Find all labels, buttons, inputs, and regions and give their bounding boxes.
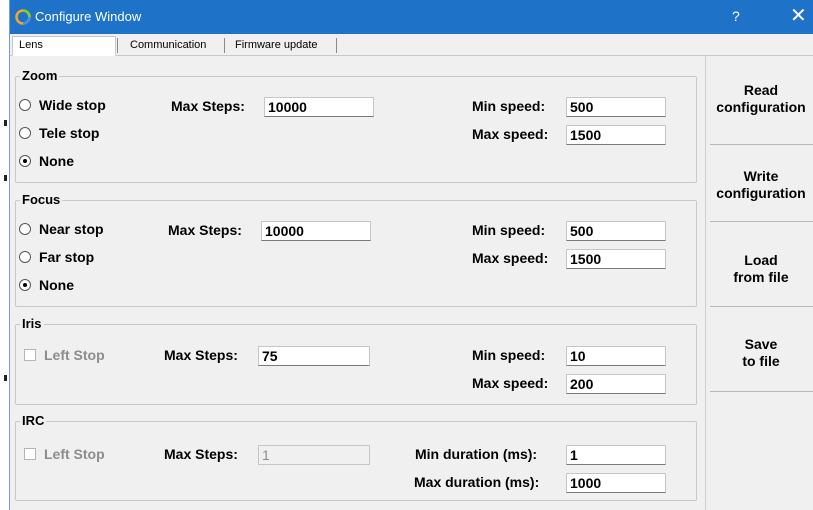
- zoom-min-speed-label: Min speed:: [472, 98, 546, 114]
- zoom-wide-stop-radio[interactable]: Wide stop: [19, 97, 106, 113]
- iris-min-speed-input[interactable]: 10: [566, 346, 666, 366]
- zoom-tele-stop-radio[interactable]: Tele stop: [19, 125, 99, 141]
- tab-separator: [224, 38, 225, 53]
- write-configuration-button[interactable]: Write configuration: [707, 162, 813, 207]
- zoom-max-speed-label: Max speed:: [472, 126, 549, 142]
- tab-bar: Lens Communication Firmware update: [10, 34, 813, 56]
- configure-window: Configure Window ? ✕ Lens Communication …: [9, 0, 813, 510]
- zoom-legend: Zoom: [20, 68, 60, 83]
- iris-max-steps-input[interactable]: 75: [258, 346, 370, 366]
- read-configuration-button[interactable]: Read configuration: [707, 76, 813, 121]
- help-button[interactable]: ?: [732, 8, 740, 24]
- lens-tab-content: Zoom Wide stop Tele stop None Max Steps:…: [10, 56, 705, 510]
- iris-min-speed-label: Min speed:: [472, 347, 546, 363]
- irc-max-steps-label: Max Steps:: [164, 446, 238, 462]
- irc-min-duration-input[interactable]: 1: [566, 445, 666, 465]
- focus-min-speed-input[interactable]: 500: [566, 221, 666, 241]
- iris-left-stop-checkbox[interactable]: Left Stop: [24, 347, 105, 363]
- window-title: Configure Window: [35, 9, 142, 24]
- zoom-max-steps-input[interactable]: 10000: [264, 97, 374, 117]
- iris-max-speed-input[interactable]: 200: [566, 374, 666, 394]
- background-window-edge: [0, 0, 9, 510]
- focus-min-speed-label: Min speed:: [472, 222, 546, 238]
- app-logo-icon: [15, 9, 31, 25]
- checkbox-icon: [24, 448, 36, 460]
- iris-max-steps-label: Max Steps:: [164, 347, 238, 363]
- focus-max-steps-label: Max Steps:: [168, 222, 242, 238]
- iris-group: Iris Left Stop Max Steps: 75 Min speed: …: [15, 316, 697, 405]
- zoom-none-radio[interactable]: None: [19, 153, 74, 169]
- focus-group: Focus Near stop Far stop None Max Steps:…: [15, 192, 697, 307]
- load-from-file-button[interactable]: Load from file: [707, 246, 813, 291]
- focus-legend: Focus: [20, 192, 63, 207]
- side-button-panel: Read configuration Write configuration L…: [705, 56, 813, 510]
- radio-checked-icon: [19, 155, 31, 167]
- zoom-max-speed-input[interactable]: 1500: [566, 125, 666, 145]
- radio-icon: [19, 223, 31, 235]
- irc-legend: IRC: [20, 413, 47, 428]
- irc-max-duration-input[interactable]: 1000: [566, 473, 666, 493]
- irc-max-duration-label: Max duration (ms):: [414, 474, 540, 490]
- tab-lens[interactable]: Lens: [12, 36, 116, 56]
- radio-icon: [19, 251, 31, 263]
- focus-none-radio[interactable]: None: [19, 277, 74, 293]
- tab-separator: [336, 38, 337, 53]
- checkbox-icon: [24, 349, 36, 361]
- irc-group: IRC Left Stop Max Steps: 1 Min duration …: [15, 413, 697, 501]
- focus-near-stop-radio[interactable]: Near stop: [19, 221, 104, 237]
- radio-checked-icon: [19, 279, 31, 291]
- irc-max-steps-input[interactable]: 1: [258, 445, 370, 465]
- iris-max-speed-label: Max speed:: [472, 375, 549, 391]
- irc-min-duration-label: Min duration (ms):: [415, 446, 538, 462]
- close-button[interactable]: ✕: [790, 4, 807, 28]
- tab-separator: [117, 38, 118, 53]
- tab-firmware-update[interactable]: Firmware update: [229, 37, 324, 54]
- focus-max-speed-input[interactable]: 1500: [566, 249, 666, 269]
- title-bar[interactable]: Configure Window ? ✕: [10, 0, 813, 34]
- zoom-min-speed-input[interactable]: 500: [566, 97, 666, 117]
- zoom-group: Zoom Wide stop Tele stop None Max Steps:…: [15, 68, 697, 183]
- focus-max-steps-input[interactable]: 10000: [261, 221, 371, 241]
- radio-icon: [19, 99, 31, 111]
- save-to-file-button[interactable]: Save to file: [707, 330, 813, 375]
- radio-icon: [19, 127, 31, 139]
- focus-max-speed-label: Max speed:: [472, 250, 549, 266]
- iris-legend: Iris: [20, 316, 44, 331]
- zoom-max-steps-label: Max Steps:: [171, 98, 245, 114]
- focus-far-stop-radio[interactable]: Far stop: [19, 249, 94, 265]
- irc-left-stop-checkbox[interactable]: Left Stop: [24, 446, 105, 462]
- tab-communication[interactable]: Communication: [124, 37, 212, 54]
